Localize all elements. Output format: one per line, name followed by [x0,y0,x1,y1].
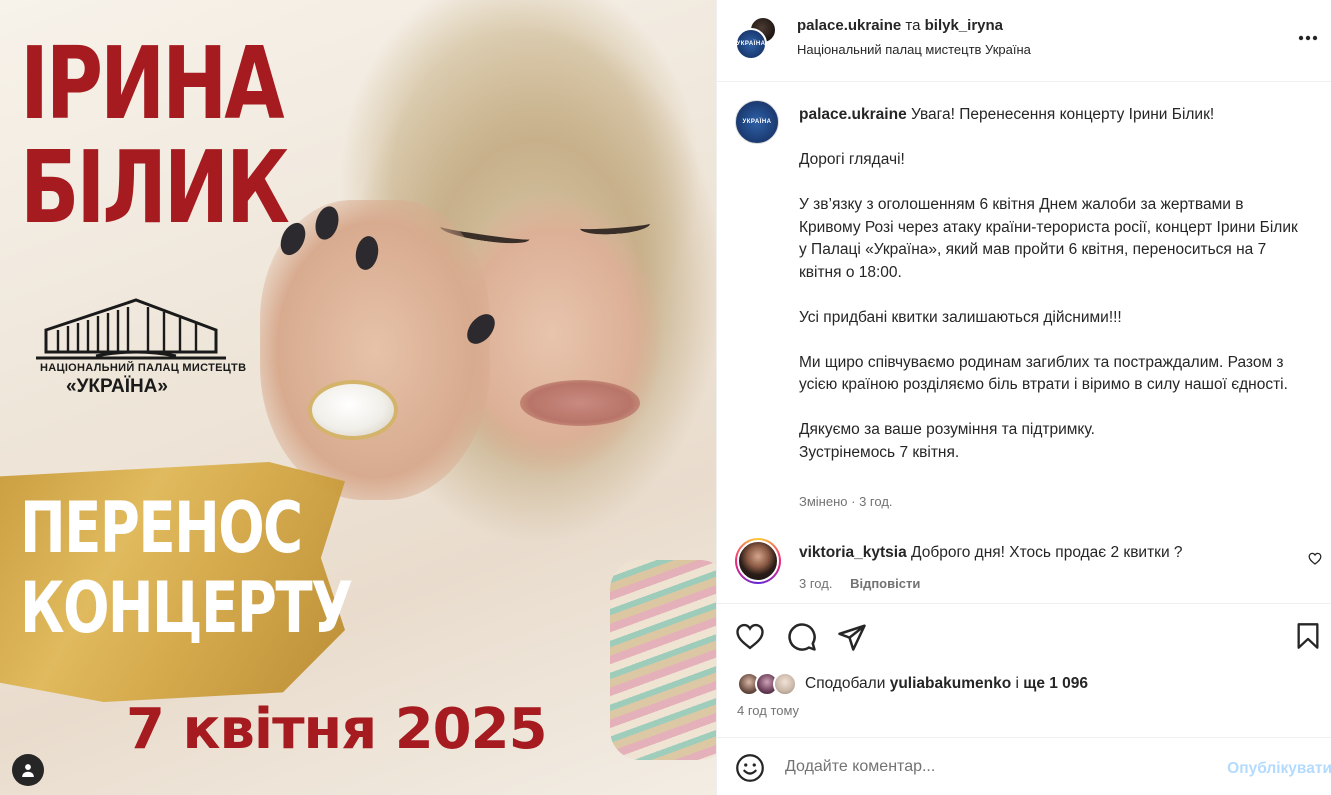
comment-avatar[interactable] [737,540,779,582]
save-button[interactable] [1295,622,1321,655]
comment-text: viktoria_kytsia Доброго дня! Хтось прода… [799,544,1183,562]
reschedule-line1: ПЕРЕНОС [20,487,303,569]
poster-title: ІРИНА БІЛИК [20,25,290,246]
caption-avatar[interactable]: УКРАЇНА [735,100,779,144]
palace-name-line2: «УКРАЇНА» [66,376,168,397]
account-bilyk-iryna[interactable]: bilyk_iryna [925,17,1003,34]
collab-avatars[interactable]: УКРАЇНА [735,16,779,60]
caption-text: palace.ukraine Увага! Перенесення концер… [799,104,1309,464]
names-separator: та [905,17,921,34]
add-comment-bar: Опублікувати [717,737,1331,795]
emoji-button[interactable] [735,753,765,788]
ring-shape [308,380,398,440]
comment-username[interactable]: viktoria_kytsia [799,544,907,561]
publish-button[interactable]: Опублікувати [1227,760,1331,778]
concert-date: 7 квітня 2025 [126,697,548,762]
like-button[interactable] [735,622,765,655]
reschedule-line2: КОНЦЕРТУ [20,567,353,649]
more-options-button[interactable] [1298,24,1318,47]
tagged-users-button[interactable] [12,754,44,786]
reply-button[interactable]: Відповісти [850,576,920,591]
header-subtitle[interactable]: Національний палац мистецтв Україна [797,42,1031,57]
bracelets-shape [610,560,716,760]
edited-label: Змінено [799,494,848,509]
comment-input[interactable] [785,754,1185,780]
poster-title-line1: ІРИНА [20,25,285,142]
caption-para2: У зв’язку з оголошенням 6 квітня Днем жа… [799,196,1298,281]
comment-meta: 3 год. Відповісти [799,576,920,591]
collab-names: palace.ukraine та bilyk_iryna [797,17,1003,34]
emoji-smile-icon [736,754,764,782]
caption-para5-line2: Зустрінемось 7 квітня. [799,443,960,461]
liker-avatar [773,672,797,696]
reschedule-text: ПЕРЕНОС КОНЦЕРТУ [20,487,353,649]
paper-plane-icon [838,624,866,651]
account-palace-ukraine[interactable]: palace.ukraine [797,17,901,34]
palace-name-line1: НАЦІОНАЛЬНИЙ ПАЛАЦ МИСТЕЦТВ [40,362,247,374]
comment-time: 3 год. [799,576,833,591]
caption-time[interactable]: 3 год. [859,494,892,509]
caption-para1: Дорогі глядачі! [799,151,905,168]
comment-avatar-story-ring[interactable] [735,538,781,584]
user-icon [22,764,34,777]
bookmark-icon [1297,623,1319,649]
post-time-ago[interactable]: 4 год тому [737,703,799,718]
likes-and: і [1015,675,1019,692]
meta-dot: · [851,494,856,509]
caption-para3: Усі придбані квитки залишаються дійсними… [799,308,1122,326]
lips-shape [520,380,640,426]
heart-outline-icon [1308,552,1322,565]
likes-prefix: Сподобали [805,675,886,692]
caption-meta: Змінено · 3 год. [799,494,893,509]
post-actions [717,604,1331,668]
likes-user[interactable]: yuliabakumenko [890,675,1011,692]
post-image[interactable]: ІРИНА БІЛИК НАЦІОНАЛЬНИЙ ПАЛАЦ МИСТЕЦТВ … [0,0,716,795]
heart-outline-icon [736,623,764,650]
post-caption: УКРАЇНА palace.ukraine Увага! Перенесенн… [717,82,1331,522]
caption-para5-line1: Дякуємо за ваше розуміння та підтримку. [799,421,1095,438]
poster-title-line2: БІЛИК [20,129,290,246]
avatar-palace-ukraine[interactable]: УКРАЇНА [735,28,767,60]
caption-para4: Ми щиро співчуваємо родинам загиблих та … [799,353,1288,394]
comment-body: Доброго дня! Хтось продає 2 квитки ? [911,544,1183,561]
caption-username[interactable]: palace.ukraine [799,106,907,123]
comment-bubble-icon [788,623,816,651]
more-horizontal-icon [1298,35,1318,41]
comment-like-button[interactable] [1308,552,1322,570]
comment-button[interactable] [787,622,817,657]
post-side-panel: УКРАЇНА palace.ukraine та bilyk_iryna На… [716,0,1331,795]
comment-item: viktoria_kytsia Доброго дня! Хтось прода… [717,522,1331,604]
caption-headline: Увага! Перенесення концерту Ірини Білик! [911,106,1215,123]
likes-rest[interactable]: ще 1 096 [1023,675,1088,692]
post-header: УКРАЇНА palace.ukraine та bilyk_iryna На… [717,0,1331,82]
share-button[interactable] [837,622,867,657]
likes-text: Сподобали yuliabakumenko і ще 1 096 [805,675,1088,693]
